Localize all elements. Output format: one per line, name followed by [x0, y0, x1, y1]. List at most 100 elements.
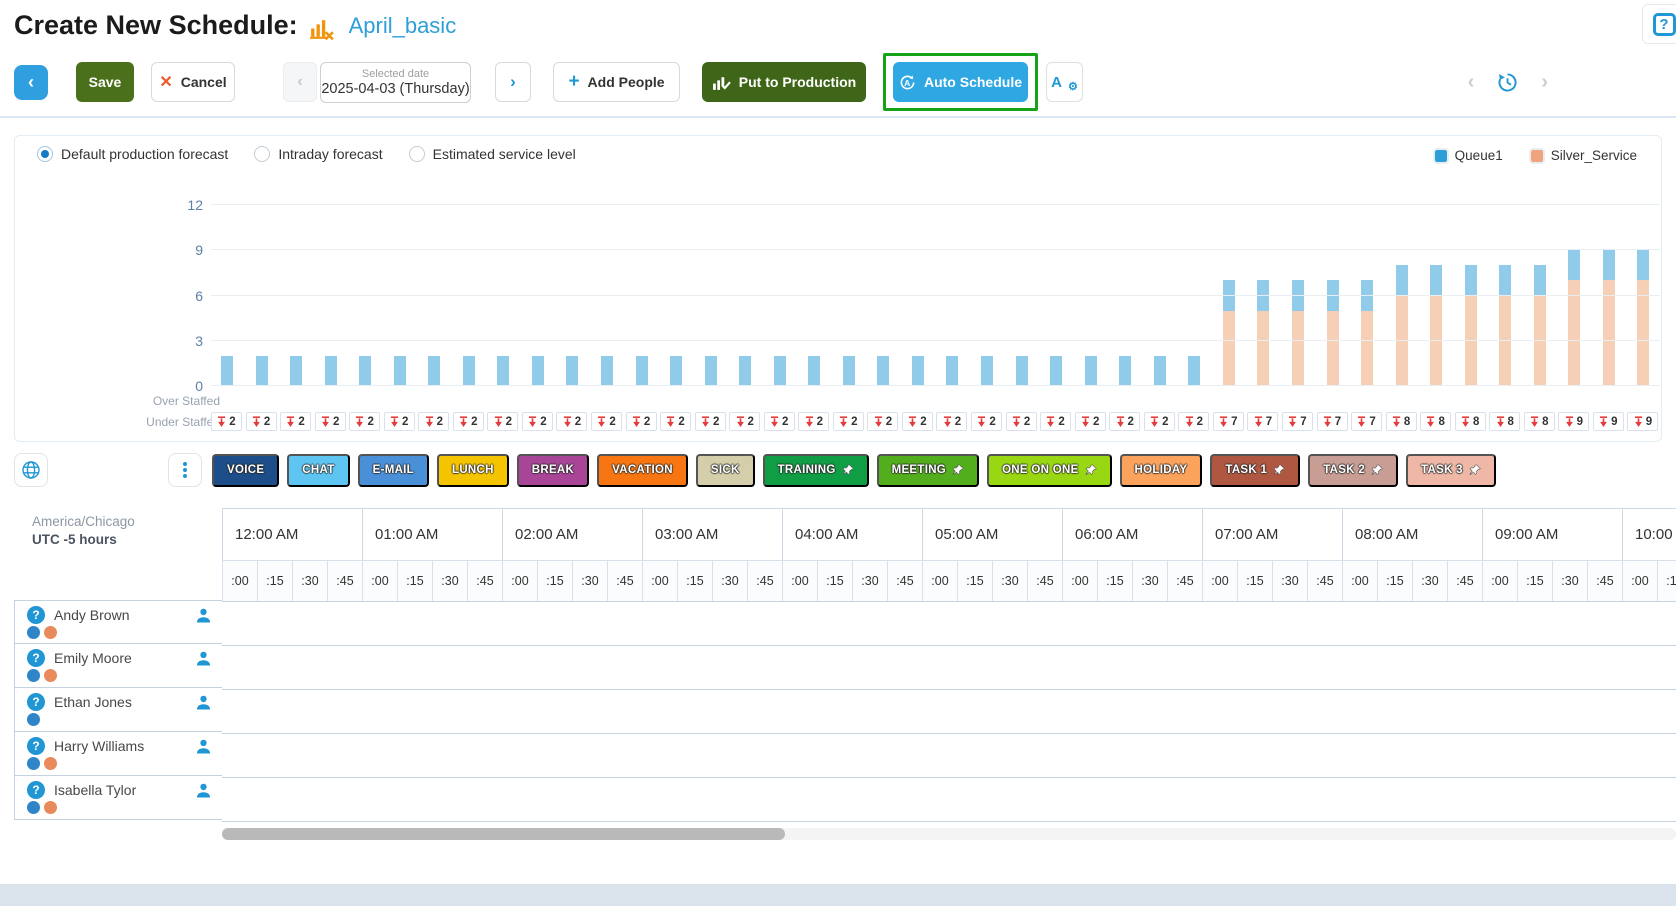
quarter-header-cell[interactable]: :45 — [468, 561, 503, 601]
quarter-header-cell[interactable]: :15 — [1658, 561, 1676, 601]
quarter-header-cell[interactable]: :00 — [643, 561, 678, 601]
quarter-header-cell[interactable]: :15 — [1518, 561, 1553, 601]
employee-cell[interactable]: ? Ethan Jones — [14, 688, 222, 732]
hour-header-cell[interactable]: 06:00 AM — [1063, 509, 1203, 560]
quarter-header-cell[interactable]: :45 — [1448, 561, 1483, 601]
schedule-name-link[interactable]: April_basic — [349, 13, 457, 39]
quarter-header-cell[interactable]: :45 — [1168, 561, 1203, 601]
activity-button-task-3[interactable]: TASK 3 — [1406, 453, 1496, 487]
quarter-header-cell[interactable]: :45 — [608, 561, 643, 601]
person-icon[interactable] — [195, 782, 212, 799]
auto-schedule-settings-button[interactable]: A ⚙ — [1046, 62, 1083, 102]
quarter-header-cell[interactable]: :30 — [293, 561, 328, 601]
history-clock-icon[interactable] — [1496, 71, 1519, 94]
undo-chevron-icon[interactable]: ‹ — [1468, 71, 1475, 94]
quarter-header-cell[interactable]: :45 — [748, 561, 783, 601]
quarter-header-cell[interactable]: :45 — [888, 561, 923, 601]
quarter-header-cell[interactable]: :00 — [1483, 561, 1518, 601]
schedule-row[interactable] — [222, 690, 1676, 734]
forecast-option-2[interactable]: Intraday forecast — [254, 146, 383, 162]
question-icon[interactable]: ? — [27, 781, 45, 799]
redo-chevron-icon[interactable]: › — [1541, 71, 1548, 94]
quarter-header-cell[interactable]: :15 — [258, 561, 293, 601]
question-icon[interactable]: ? — [27, 693, 45, 711]
quarter-header-cell[interactable]: :30 — [1273, 561, 1308, 601]
person-icon[interactable] — [195, 694, 212, 711]
activity-button-vacation[interactable]: VACATION — [597, 453, 688, 487]
person-icon[interactable] — [195, 607, 212, 624]
question-icon[interactable]: ? — [27, 606, 45, 624]
quarter-header-cell[interactable]: :00 — [1623, 561, 1658, 601]
auto-schedule-button[interactable]: A Auto Schedule — [893, 62, 1028, 102]
activity-button-lunch[interactable]: LUNCH — [437, 453, 509, 487]
person-icon[interactable] — [195, 738, 212, 755]
help-button[interactable]: ? — [1642, 4, 1676, 44]
quarter-header-cell[interactable]: :30 — [713, 561, 748, 601]
quarter-header-cell[interactable]: :00 — [503, 561, 538, 601]
quarter-header-cell[interactable]: :30 — [1413, 561, 1448, 601]
quarter-header-cell[interactable]: :45 — [1588, 561, 1623, 601]
quarter-header-cell[interactable]: :15 — [538, 561, 573, 601]
quarter-header-cell[interactable]: :45 — [1028, 561, 1063, 601]
forecast-option-3[interactable]: Estimated service level — [408, 146, 576, 162]
activity-button-sick[interactable]: SICK — [695, 453, 755, 487]
previous-date-button[interactable]: ‹ — [283, 62, 317, 102]
quarter-header-cell[interactable]: :15 — [1378, 561, 1413, 601]
radio-icon[interactable] — [254, 146, 271, 162]
quarter-header-cell[interactable]: :30 — [573, 561, 608, 601]
quarter-header-cell[interactable]: :15 — [678, 561, 713, 601]
timezone-globe-button[interactable] — [14, 453, 48, 487]
activity-button-one-on-one[interactable]: ONE ON ONE — [987, 453, 1112, 487]
activity-button-task-2[interactable]: TASK 2 — [1308, 453, 1399, 487]
hour-header-cell[interactable]: 01:00 AM — [363, 509, 503, 560]
horizontal-scrollbar[interactable] — [222, 828, 1676, 840]
hour-header-cell[interactable]: 02:00 AM — [503, 509, 643, 560]
hour-header-cell[interactable]: 12:00 AM — [223, 509, 363, 560]
hour-header-cell[interactable]: 04:00 AM — [783, 509, 923, 560]
activity-button-chat[interactable]: CHAT — [287, 453, 350, 487]
quarter-header-cell[interactable]: :45 — [1308, 561, 1343, 601]
quarter-header-cell[interactable]: :15 — [398, 561, 433, 601]
quarter-header-cell[interactable]: :00 — [1203, 561, 1238, 601]
quarter-header-cell[interactable]: :30 — [1133, 561, 1168, 601]
radio-icon[interactable] — [408, 146, 425, 162]
cancel-button[interactable]: ✕ Cancel — [151, 62, 235, 102]
quarter-header-cell[interactable]: :15 — [1098, 561, 1133, 601]
activity-button-training[interactable]: TRAINING — [762, 453, 869, 487]
quarter-header-cell[interactable]: :00 — [783, 561, 818, 601]
more-options-button[interactable] — [168, 453, 202, 487]
employee-cell[interactable]: ? Harry Williams — [14, 732, 222, 776]
quarter-header-cell[interactable]: :15 — [1238, 561, 1273, 601]
hour-header-cell[interactable]: 07:00 AM — [1203, 509, 1343, 560]
hour-header-cell[interactable]: 09:00 AM — [1483, 509, 1623, 560]
employee-cell[interactable]: ? Emily Moore — [14, 644, 222, 688]
hour-header-cell[interactable]: 10:00 AM — [1623, 509, 1676, 560]
add-people-button[interactable]: + Add People — [553, 62, 680, 102]
schedule-row[interactable] — [222, 602, 1676, 646]
quarter-header-cell[interactable]: :00 — [363, 561, 398, 601]
schedule-row[interactable] — [222, 646, 1676, 690]
employee-cell[interactable]: ? Andy Brown — [14, 600, 222, 644]
selected-date-field[interactable]: Selected date 2025-04-03 (Thursday) — [320, 61, 471, 103]
save-button[interactable]: Save — [76, 62, 134, 102]
put-to-production-button[interactable]: Put to Production — [702, 62, 866, 102]
hour-header-cell[interactable]: 05:00 AM — [923, 509, 1063, 560]
schedule-row[interactable] — [222, 778, 1676, 822]
back-button[interactable]: ‹ — [14, 64, 48, 100]
activity-button-holiday[interactable]: HOLIDAY — [1119, 453, 1203, 487]
quarter-header-cell[interactable]: :30 — [853, 561, 888, 601]
activity-button-meeting[interactable]: MEETING — [876, 453, 980, 487]
quarter-header-cell[interactable]: :45 — [328, 561, 363, 601]
quarter-header-cell[interactable]: :00 — [1343, 561, 1378, 601]
hour-header-cell[interactable]: 03:00 AM — [643, 509, 783, 560]
quarter-header-cell[interactable]: :15 — [818, 561, 853, 601]
quarter-header-cell[interactable]: :30 — [993, 561, 1028, 601]
question-icon[interactable]: ? — [27, 737, 45, 755]
question-icon[interactable]: ? — [27, 649, 45, 667]
forecast-option-1[interactable]: Default production forecast — [37, 146, 228, 162]
next-date-button[interactable]: › — [495, 62, 531, 102]
schedule-row[interactable] — [222, 734, 1676, 778]
person-icon[interactable] — [195, 650, 212, 667]
quarter-header-cell[interactable]: :30 — [433, 561, 468, 601]
radio-icon[interactable] — [37, 146, 53, 162]
